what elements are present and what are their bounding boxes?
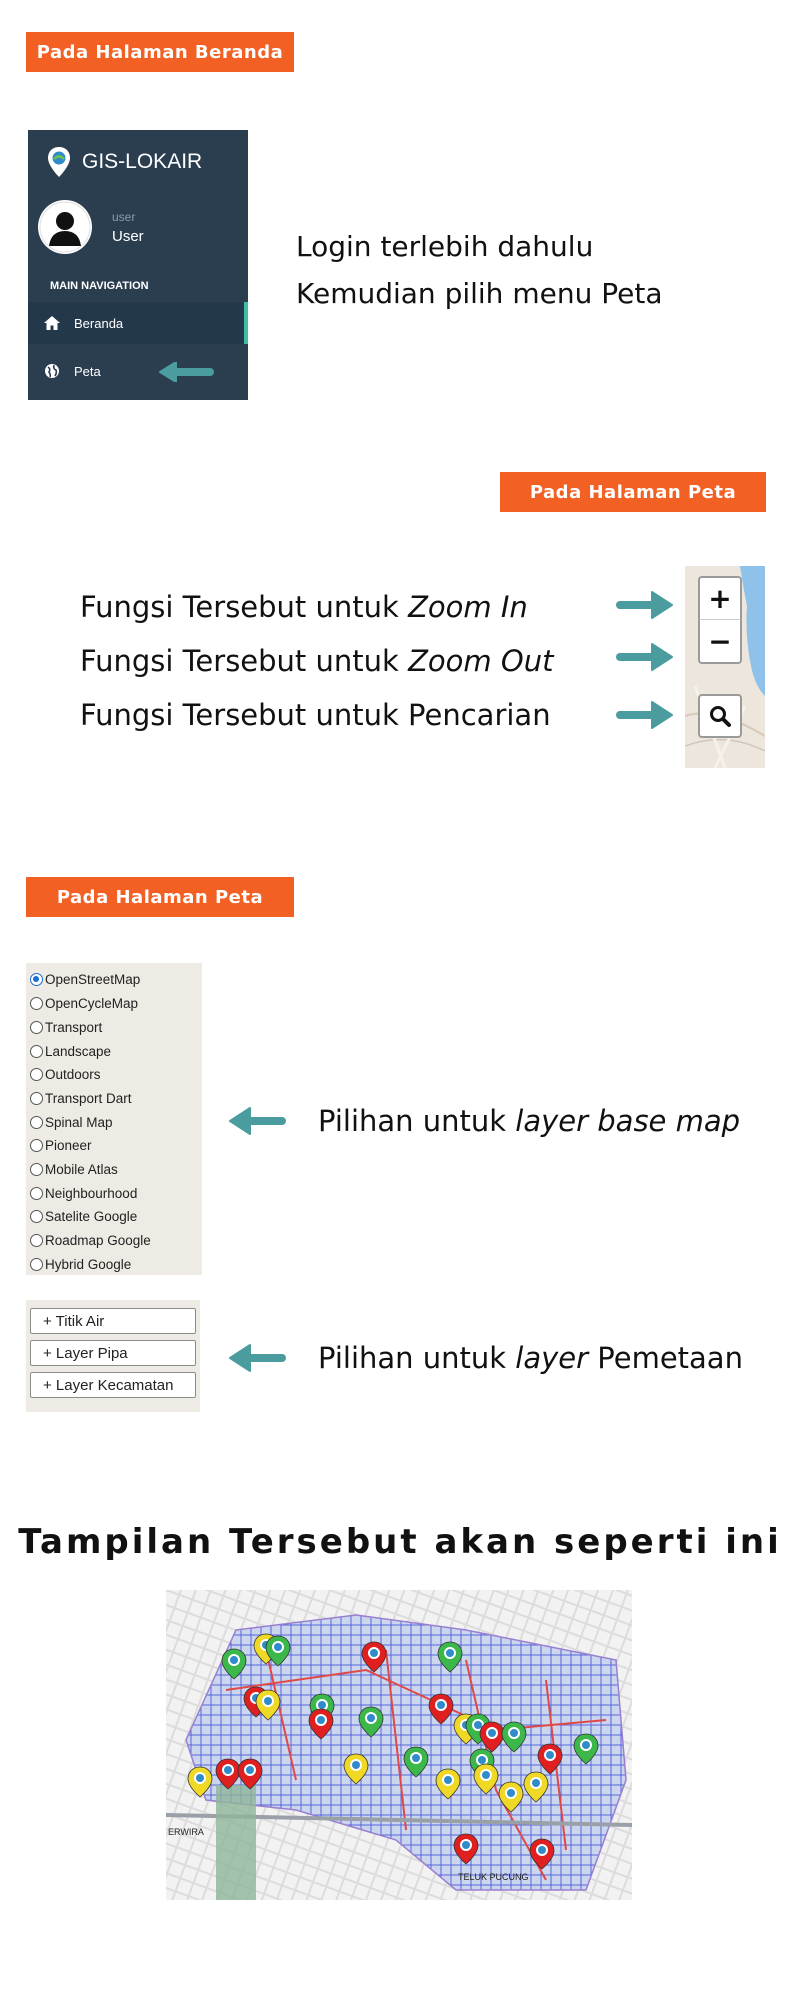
- radio[interactable]: [30, 1257, 43, 1271]
- basemap-label: OpenStreetMap: [45, 971, 141, 987]
- user-panel: user User: [38, 200, 144, 254]
- basemap-option[interactable]: Neighbourhood: [30, 1182, 137, 1204]
- user-role: user: [112, 209, 136, 224]
- radio[interactable]: [30, 1138, 43, 1152]
- map-place-label: ERWIRA: [168, 1827, 204, 1837]
- avatar: [38, 200, 92, 254]
- search-icon: [710, 706, 731, 727]
- description-text: Fungsi Tersebut untuk Pencarian: [80, 698, 551, 732]
- description-emphasis: Zoom In: [408, 590, 528, 624]
- basemap-option[interactable]: Mobile Atlas: [30, 1158, 118, 1180]
- basemap-label: OpenCycleMap: [45, 995, 139, 1011]
- basemap-option[interactable]: Outdoors: [30, 1063, 101, 1085]
- basemap-label: Landscape: [45, 1043, 112, 1059]
- radio[interactable]: [30, 996, 43, 1010]
- search-description: Fungsi Tersebut untuk Pencarian: [80, 698, 551, 732]
- sidebar-item-beranda[interactable]: Beranda: [28, 302, 248, 344]
- zoom-out-description: Fungsi Tersebut untuk Zoom Out: [80, 644, 553, 678]
- instruction-line-1: Login terlebih dahulu: [296, 230, 594, 263]
- basemap-label: Hybrid Google: [45, 1256, 132, 1272]
- basemap-caption: Pilihan untuk layer base map: [318, 1104, 740, 1138]
- instruction-line-2: Kemudian pilih menu Peta: [296, 277, 663, 310]
- layer-button-kecamatan[interactable]: + Layer Kecamatan: [30, 1372, 196, 1398]
- radio[interactable]: [30, 1162, 43, 1176]
- arrow-left-icon: [229, 1107, 286, 1135]
- section-tag-peta-2: Pada Halaman Peta: [26, 877, 294, 917]
- radio[interactable]: [30, 1044, 43, 1058]
- pointer-arrow-left-icon: [159, 362, 214, 382]
- basemap-label: Neighbourhood: [45, 1185, 138, 1201]
- basemap-label: Transport Dart: [45, 1090, 132, 1106]
- radio[interactable]: [30, 1020, 43, 1034]
- basemap-option[interactable]: Spinal Map: [30, 1111, 113, 1133]
- location-pin-logo-icon: [48, 147, 70, 177]
- sidebar-item-label: Beranda: [74, 315, 124, 331]
- user-name: User: [112, 227, 144, 245]
- result-map: ERWIRA TELUK PUCUNG: [165, 1590, 633, 1900]
- basemap-label: Transport: [45, 1019, 103, 1035]
- radio-selected[interactable]: [30, 972, 43, 986]
- basemap-option[interactable]: Pioneer: [30, 1134, 92, 1156]
- sidebar: GIS-LOKAIR user User MAIN NAVIGATION Ber…: [28, 130, 248, 400]
- map-place-label: TELUK PUCUNG: [458, 1872, 529, 1882]
- arrow-right-icon: [616, 701, 673, 729]
- description-text: Fungsi Tersebut untuk: [80, 590, 409, 624]
- basemap-option[interactable]: OpenCycleMap: [30, 992, 138, 1014]
- zoom-out-button[interactable]: −: [698, 620, 742, 664]
- caption-emphasis: layer base map: [515, 1104, 741, 1138]
- basemap-option[interactable]: Transport Dart: [30, 1087, 132, 1109]
- caption-text: Pilihan untuk: [318, 1341, 516, 1375]
- basemap-label: Outdoors: [45, 1066, 101, 1082]
- result-title: Tampilan Tersebut akan seperti ini: [18, 1522, 782, 1562]
- sidebar-item-label: Peta: [74, 363, 101, 379]
- radio[interactable]: [30, 1209, 43, 1223]
- caption-emphasis: layer: [515, 1341, 589, 1375]
- section-tag-peta-1: Pada Halaman Peta: [500, 472, 766, 512]
- basemap-option[interactable]: OpenStreetMap: [30, 968, 140, 990]
- basemap-label: Roadmap Google: [45, 1232, 151, 1248]
- map-control-panel: + −: [685, 566, 765, 768]
- layer-button-pipa[interactable]: + Layer Pipa: [30, 1340, 196, 1366]
- zoom-in-button[interactable]: +: [698, 576, 742, 620]
- globe-icon: [42, 363, 62, 379]
- radio[interactable]: [30, 1067, 43, 1081]
- basemap-option[interactable]: Landscape: [30, 1040, 111, 1062]
- basemap-option[interactable]: Transport: [30, 1016, 102, 1038]
- basemap-selector: OpenStreetMap OpenCycleMap Transport Lan…: [26, 963, 202, 1275]
- basemap-label: Spinal Map: [45, 1114, 113, 1130]
- arrow-right-icon: [616, 643, 673, 671]
- radio[interactable]: [30, 1233, 43, 1247]
- basemap-label: Pioneer: [45, 1137, 92, 1153]
- layer-button-titik-air[interactable]: + Titik Air: [30, 1308, 196, 1334]
- arrow-left-icon: [229, 1344, 286, 1372]
- caption-text: Pemetaan: [588, 1341, 743, 1375]
- description-text: Fungsi Tersebut untuk: [80, 644, 409, 678]
- section-tag-beranda: Pada Halaman Beranda: [26, 32, 294, 72]
- layer-selector: + Titik Air + Layer Pipa + Layer Kecamat…: [26, 1300, 200, 1412]
- arrow-right-icon: [616, 591, 673, 619]
- basemap-option[interactable]: Roadmap Google: [30, 1229, 151, 1251]
- radio[interactable]: [30, 1115, 43, 1129]
- user-silhouette-icon: [39, 201, 91, 253]
- nav-header: MAIN NAVIGATION: [50, 280, 149, 292]
- map-image: ERWIRA TELUK PUCUNG: [165, 1590, 633, 1900]
- radio[interactable]: [30, 1186, 43, 1200]
- zoom-in-description: Fungsi Tersebut untuk Zoom In: [80, 590, 528, 624]
- caption-text: Pilihan untuk: [318, 1104, 516, 1138]
- brand: GIS-LOKAIR: [46, 146, 202, 178]
- layer-caption: Pilihan untuk layer Pemetaan: [318, 1341, 743, 1375]
- basemap-label: Mobile Atlas: [45, 1161, 118, 1177]
- brand-name: GIS-LOKAIR: [82, 150, 203, 173]
- home-icon: [42, 316, 62, 330]
- sidebar-item-peta[interactable]: Peta: [28, 350, 248, 392]
- basemap-option[interactable]: Satelite Google: [30, 1205, 137, 1227]
- radio[interactable]: [30, 1091, 43, 1105]
- basemap-label: Satelite Google: [45, 1208, 138, 1224]
- description-emphasis: Zoom Out: [408, 644, 554, 678]
- search-button[interactable]: [698, 694, 742, 738]
- basemap-option[interactable]: Hybrid Google: [30, 1253, 131, 1275]
